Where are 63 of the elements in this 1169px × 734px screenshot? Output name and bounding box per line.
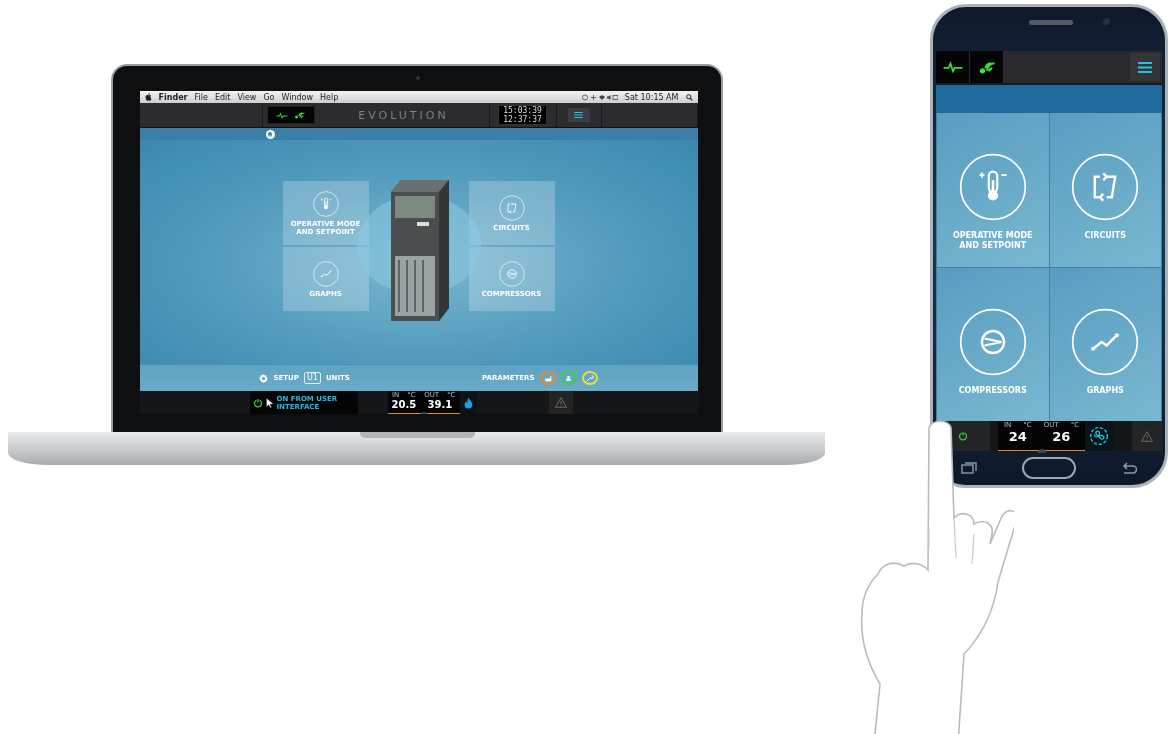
signal-icon[interactable] xyxy=(293,111,306,119)
status-icons xyxy=(581,93,618,101)
menu-tile[interactable]: OPERATIVE MODE AND SETPOINT xyxy=(937,113,1049,267)
mode-button[interactable] xyxy=(1085,421,1113,451)
pulse-icon[interactable] xyxy=(275,111,288,119)
speaker-grille xyxy=(1029,20,1073,25)
compressor-icon xyxy=(958,307,1027,376)
menu-clock: Sat 10:15 AM xyxy=(624,91,679,103)
search-icon[interactable] xyxy=(685,93,693,101)
temperature-value: 39.1 xyxy=(427,399,453,410)
back-icon[interactable] xyxy=(1121,462,1137,474)
camera-icon xyxy=(1103,18,1110,25)
power-button[interactable] xyxy=(958,431,968,441)
power-icon xyxy=(958,431,968,441)
temperature-value: 24 xyxy=(1008,429,1027,444)
fan-icon xyxy=(1089,426,1109,446)
apple-logo-icon[interactable] xyxy=(144,93,152,101)
warning-icon xyxy=(554,397,567,408)
parameter-button[interactable] xyxy=(560,371,577,385)
circuit-arrows-icon xyxy=(1071,153,1140,221)
line-graph-icon xyxy=(1071,307,1140,376)
menu-item[interactable]: Window xyxy=(281,91,313,103)
alarm-button[interactable] xyxy=(548,391,573,414)
thermometer-icon xyxy=(958,153,1027,221)
clock-time: 12:37:37 xyxy=(503,115,542,124)
menu-item[interactable]: Edit xyxy=(214,91,231,103)
home-button[interactable] xyxy=(1022,457,1076,479)
temperature-value: 20.5 xyxy=(391,399,417,410)
menu-tile[interactable]: COMPRESSORS xyxy=(937,267,1049,421)
menu-item[interactable]: File xyxy=(194,91,208,103)
signal-icon xyxy=(977,59,996,75)
scroll-handle[interactable] xyxy=(1037,449,1046,453)
power-button[interactable] xyxy=(252,397,263,408)
unit-selector[interactable]: U1 xyxy=(303,372,321,384)
recent-apps-icon[interactable] xyxy=(961,462,977,474)
gear-icon[interactable] xyxy=(257,372,269,384)
thermometer-icon xyxy=(312,190,339,217)
home-button[interactable] xyxy=(265,129,275,139)
menu-tile[interactable]: GRAPHS xyxy=(1049,267,1161,421)
signal-button[interactable] xyxy=(970,51,1003,83)
pulse-button[interactable] xyxy=(936,51,969,83)
menu-item[interactable]: View xyxy=(237,91,257,103)
menu-item[interactable]: Finder xyxy=(158,91,188,103)
home-icon xyxy=(267,131,273,137)
menu-icon xyxy=(1138,61,1152,73)
menu-button[interactable] xyxy=(1130,53,1160,81)
power-icon xyxy=(252,397,263,408)
wrench-icon xyxy=(584,372,595,384)
menu-tile[interactable]: CIRCUITS xyxy=(1049,113,1161,267)
temperature-value: 26 xyxy=(1052,429,1071,444)
menu-item[interactable]: Help xyxy=(320,91,339,103)
warning-icon xyxy=(1141,430,1153,442)
app-logo: EVOLUTION xyxy=(358,108,449,122)
compressor-icon xyxy=(498,260,525,287)
circuit-arrows-icon xyxy=(498,194,525,221)
line-graph-icon xyxy=(312,260,339,287)
parameter-button[interactable] xyxy=(539,371,556,385)
menu-button[interactable] xyxy=(567,108,590,122)
mouse-cursor-icon xyxy=(265,397,274,408)
pulse-icon xyxy=(941,61,964,73)
menu-icon xyxy=(574,112,583,118)
clock-time: 15:03:39 xyxy=(503,106,542,115)
menu-item[interactable]: Go xyxy=(263,91,275,103)
